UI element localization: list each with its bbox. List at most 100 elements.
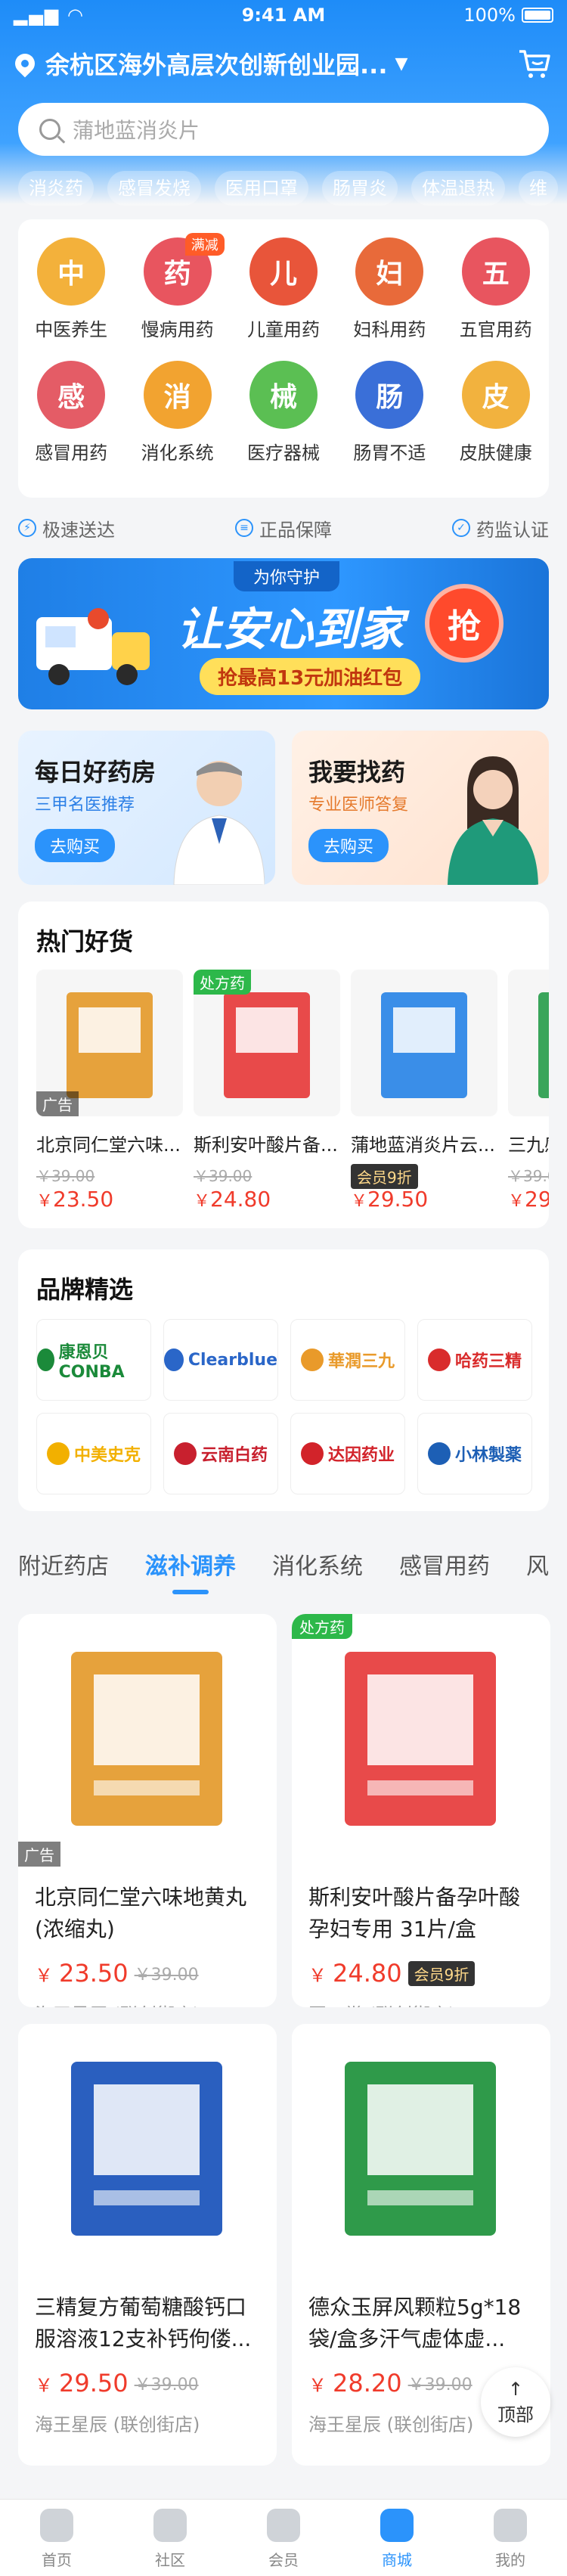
category-icon: 肠 [355, 361, 424, 429]
quick-tag[interactable]: 医用口罩 [215, 171, 308, 206]
header: ▂▄▆ ◠ 9:41 AM 100% 余杭区海外高层次创新创业园... ▼ 蒲地… [0, 0, 567, 206]
product-image: 处方药 [292, 1614, 550, 1867]
brand-name: 小林製薬 [454, 1446, 522, 1465]
product-card[interactable]: 三九感冒灵颗粒 ￥39.00 ￥29 [508, 970, 549, 1212]
tab-community[interactable]: 社区 [113, 2500, 227, 2576]
category-label: 肠胃不适 [353, 442, 426, 464]
promo-card-daily-pharmacy[interactable]: 每日好药房 三甲名医推荐 去购买 [18, 731, 275, 885]
category-item[interactable]: 感感冒用药 [18, 361, 124, 464]
shield-check-icon: ✓ [452, 519, 470, 537]
product-image [18, 2024, 277, 2277]
buy-button[interactable]: 去购买 [308, 829, 389, 862]
heart-icon [267, 2509, 300, 2542]
prescription-badge: 处方药 [194, 970, 251, 995]
category-icon: 感 [37, 361, 106, 429]
product-image [292, 2024, 550, 2277]
quick-tag[interactable]: 维 [519, 171, 558, 206]
product-image [508, 970, 549, 1116]
product-price: ￥29.50 [351, 1187, 497, 1212]
currency-symbol: ￥ [194, 1192, 211, 1211]
hot-goods-section: 热门好货 广告 北京同仁堂六味... ￥39.00 ￥23.50 处方药 斯利安叶酸片备.… [18, 902, 549, 1228]
back-to-top-button[interactable]: ↑ 顶部 [481, 2367, 550, 2437]
category-label: 中医养生 [35, 319, 108, 340]
store-name: 海王星辰 (联创街店) [18, 1988, 277, 2007]
location-selector[interactable]: 余杭区海外高层次创新创业园... ▼ [11, 44, 552, 83]
brand-logo[interactable]: 小林製薬 [417, 1413, 532, 1494]
category-label: 感冒用药 [35, 442, 108, 464]
quick-tag[interactable]: 消炎药 [18, 171, 94, 206]
product-original-price: ￥39.00 [134, 1966, 199, 1985]
product-name: 三精复方葡萄糖酸钙口服溶液12支补钙佝偻... [35, 2295, 252, 2351]
back-to-top-label: 顶部 [497, 2404, 534, 2425]
quick-tag[interactable]: 肠胃炎 [322, 171, 398, 206]
brand-logo[interactable]: 中美史克 [36, 1413, 151, 1494]
tab-mall[interactable]: 商城 [340, 2500, 454, 2576]
category-item[interactable]: 肠肠胃不适 [336, 361, 442, 464]
tab-home[interactable]: 首页 [0, 2500, 113, 2576]
product-card[interactable]: 处方药 斯利安叶酸片备... ￥39.00 ￥24.80 [194, 970, 340, 1212]
product-price: ￥29 [508, 1187, 549, 1212]
quick-tag[interactable]: 感冒发烧 [107, 171, 201, 206]
category-item[interactable]: 中中医养生 [18, 237, 124, 341]
currency-symbol: ￥ [36, 1192, 54, 1211]
category-item[interactable]: 械医疗器械 [231, 361, 336, 464]
feed-product-card[interactable]: 处方药斯利安叶酸片备孕叶酸孕妇专用 31片/盒 ￥ 24.80会员9折国一堂 (联创… [292, 1614, 550, 2007]
category-item[interactable]: 五五官用药 [443, 237, 549, 341]
brand-logo[interactable]: 華潤三九 [290, 1319, 405, 1401]
search-bar[interactable]: 蒲地蓝消炎片 [18, 103, 549, 156]
category-label: 皮肤健康 [459, 442, 532, 464]
brand-logo[interactable]: 康恩贝 CONBA [36, 1319, 151, 1401]
brand-logo[interactable]: 云南白药 [163, 1413, 278, 1494]
category-item[interactable]: 皮皮肤健康 [443, 361, 549, 464]
price-value: 29.50 [367, 1187, 429, 1212]
feed-tabs: 附近药店 滋补调养 消化系统 感冒用药 风 [18, 1547, 549, 1594]
category-icon: 妇 [355, 237, 424, 306]
brand-mark-icon [173, 1442, 197, 1465]
product-box-illustration [345, 2062, 496, 2236]
category-icon: 消 [143, 361, 212, 429]
tab-nearby[interactable]: 附近药店 [18, 1547, 109, 1593]
tab-member[interactable]: 会员 [227, 2500, 340, 2576]
feed-product-card[interactable]: 三精复方葡萄糖酸钙口服溶液12支补钙佝偻... ￥ 29.50 ￥39.00 海王星辰 … [18, 2024, 277, 2466]
banner-pill: 为你守护 [234, 561, 340, 591]
feed-product-card[interactable]: 广告北京同仁堂六味地黄丸(浓缩丸) ￥ 23.50 ￥39.00 海王星辰 (联创街店) [18, 1614, 277, 2007]
product-name: 蒲地蓝消炎片云... [351, 1134, 495, 1156]
guarantee-item: ✓ 药监认证 [452, 515, 549, 542]
section-title: 品牌精选 [36, 1275, 134, 1304]
delivery-van-illustration [36, 608, 150, 685]
category-item[interactable]: 消消化系统 [124, 361, 230, 464]
certificate-icon: ≡ [235, 519, 253, 537]
product-name: 斯利安叶酸片备... [194, 1134, 338, 1156]
tab-cold[interactable]: 感冒用药 [399, 1547, 490, 1593]
cart-icon[interactable] [517, 47, 552, 80]
currency-symbol: ￥ [351, 1192, 368, 1211]
tab-digestive[interactable]: 消化系统 [272, 1547, 363, 1593]
category-item[interactable]: 妇妇科用药 [336, 237, 442, 341]
product-card[interactable]: 蒲地蓝消炎片云... 会员9折 ￥29.50 [351, 970, 497, 1212]
home-icon [40, 2509, 73, 2542]
brand-logo[interactable]: 哈药三精 [417, 1319, 532, 1401]
quick-tag[interactable]: 体温退热 [411, 171, 505, 206]
promo-banner[interactable]: 为你守护 让安心到家 抢最高13元加油红包 抢 [18, 558, 549, 709]
product-card[interactable]: 广告 北京同仁堂六味... ￥39.00 ￥23.50 [36, 970, 183, 1212]
brand-logo[interactable]: Clearblue [163, 1319, 278, 1401]
doctor-illustration [173, 761, 265, 885]
buy-button[interactable]: 去购买 [35, 829, 116, 862]
tab-tonic[interactable]: 滋补调养 [145, 1547, 236, 1594]
tab-mine[interactable]: 我的 [454, 2500, 567, 2576]
product-image: 广告 [18, 1614, 277, 1867]
category-icon: 五 [461, 237, 530, 306]
category-item[interactable]: 药满减 慢病用药 [124, 233, 230, 341]
product-image: 处方药 [194, 970, 340, 1116]
tab-more[interactable]: 风 [526, 1547, 549, 1593]
product-price: ￥24.80 [194, 1187, 340, 1212]
product-original-price: ￥39.00 [407, 2376, 472, 2394]
promo-card-find-medicine[interactable]: 我要找药 专业医师答复 去购买 [292, 731, 549, 885]
product-price-row: ￥ 24.80 会员9折 [292, 1945, 550, 1988]
price-value: 29 [525, 1187, 549, 1212]
brand-logo[interactable]: 达因药业 [290, 1413, 405, 1494]
grab-button[interactable]: 抢 [425, 584, 503, 663]
brand-mark-icon [46, 1442, 70, 1465]
location-pin-icon [11, 49, 39, 78]
category-item[interactable]: 儿儿童用药 [231, 237, 336, 341]
